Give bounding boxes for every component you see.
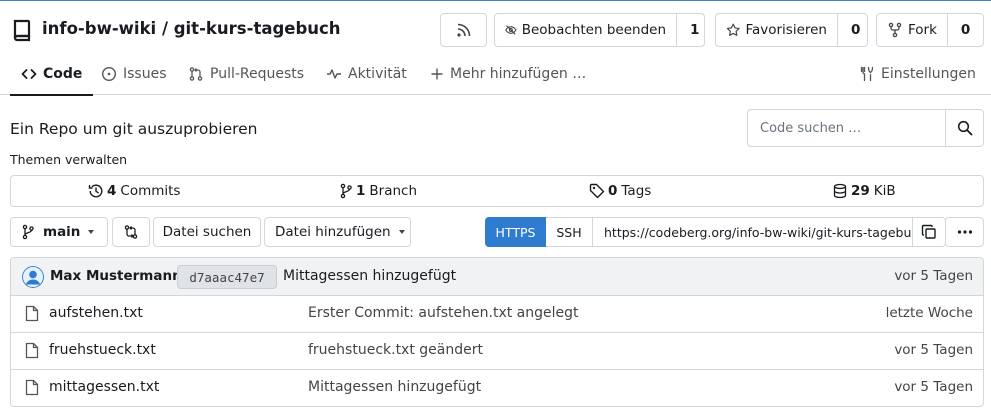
branch-name: main <box>43 224 81 240</box>
repo-stats-bar: 4 Commits 1 Branch 0 Tags 29 KiB <box>10 175 984 207</box>
tab-label: Einstellungen <box>881 66 976 82</box>
tab-label: Aktivität <box>348 66 407 82</box>
commit-author[interactable]: Max Mustermann <box>50 268 182 284</box>
size-unit: KiB <box>873 183 896 199</box>
eye-slash-icon <box>505 25 517 35</box>
rss-icon <box>456 23 470 37</box>
rss-button[interactable] <box>440 13 487 47</box>
search-icon <box>957 120 972 136</box>
clone-ssh-button[interactable]: SSH <box>546 217 592 247</box>
fork-icon <box>888 22 902 38</box>
code-search <box>747 109 984 147</box>
tab-pull-requests[interactable]: Pull-Requests <box>188 53 304 95</box>
commits-stat[interactable]: 4 Commits <box>88 176 180 206</box>
plus-icon <box>431 68 443 80</box>
file-commit-message[interactable]: Erster Commit: aufstehen.txt angelegt <box>308 305 579 321</box>
copy-icon <box>921 224 936 239</box>
compare-icon <box>124 225 138 239</box>
clone-panel: HTTPS SSH https://codeberg.org/info-bw-w… <box>485 217 984 247</box>
watch-button[interactable]: Beobachten beenden 1 <box>494 13 705 47</box>
watch-label: Beobachten beenden <box>521 22 666 38</box>
file-icon <box>25 305 39 322</box>
pulse-icon <box>327 69 341 79</box>
branches-stat[interactable]: 1 Branch <box>339 176 417 206</box>
file-commit-message[interactable]: Mittagessen hinzugefügt <box>308 379 481 395</box>
commits-count: 4 <box>107 183 117 199</box>
commits-label: Commits <box>120 183 181 199</box>
tab-activity[interactable]: Aktivität <box>326 53 407 95</box>
tab-label: Pull-Requests <box>210 66 305 82</box>
file-name[interactable]: mittagessen.txt <box>49 379 159 395</box>
branch-selector[interactable]: main <box>10 217 108 247</box>
history-icon <box>88 184 103 198</box>
file-table: Max Mustermann d7aaac47e7 Mittagessen hi… <box>10 257 984 407</box>
size-stat: 29 KiB <box>832 176 896 206</box>
code-icon <box>21 69 37 79</box>
tab-code[interactable]: Code <box>10 53 94 96</box>
tags-label: Tags <box>621 183 652 199</box>
compare-button[interactable] <box>112 217 150 247</box>
copy-url-button[interactable] <box>913 217 946 247</box>
repo-description: Ein Repo um git auszuprobieren <box>10 120 258 138</box>
tab-issues[interactable]: Issues <box>101 53 167 95</box>
file-commit-time: letzte Woche <box>885 305 973 321</box>
branches-count: 1 <box>356 183 366 199</box>
commit-sha[interactable]: d7aaac47e7 <box>177 265 277 289</box>
branch-icon <box>22 224 34 240</box>
file-row: fruehstueck.txt fruehstueck.txt geändert… <box>11 333 983 370</box>
branches-label: Branch <box>369 183 418 199</box>
avatar[interactable] <box>22 266 44 288</box>
star-count[interactable]: 0 <box>837 14 873 46</box>
file-icon <box>25 379 39 396</box>
fork-label: Fork <box>908 22 937 38</box>
chevron-down-icon <box>88 230 95 234</box>
star-label: Favorisieren <box>745 22 827 38</box>
add-file-dropdown[interactable]: Datei hinzufügen <box>264 217 411 247</box>
watch-count[interactable]: 1 <box>676 14 712 46</box>
star-icon <box>726 23 740 36</box>
fork-button[interactable]: Fork 0 <box>876 13 984 47</box>
tab-label: Code <box>43 66 83 82</box>
file-icon <box>25 342 39 359</box>
commit-message[interactable]: Mittagessen hinzugefügt <box>283 268 456 284</box>
clone-url-field[interactable]: https://codeberg.org/info-bw-wiki/git-ku… <box>592 217 913 247</box>
code-search-input[interactable] <box>748 110 946 146</box>
file-commit-time: vor 5 Tagen <box>894 342 973 358</box>
file-row: aufstehen.txt Erster Commit: aufstehen.t… <box>11 296 983 333</box>
file-name[interactable]: fruehstueck.txt <box>49 342 156 358</box>
more-options-button[interactable] <box>945 217 984 247</box>
manage-topics-link[interactable]: Themen verwalten <box>10 152 127 167</box>
clone-https-button[interactable]: HTTPS <box>485 217 546 247</box>
size-value: 29 <box>851 183 870 199</box>
fork-count[interactable]: 0 <box>946 14 983 46</box>
repo-header: info-bw-wiki / git-kurs-tagebuch Beobach… <box>0 1 991 96</box>
tab-label: Issues <box>123 66 167 82</box>
file-commit-message[interactable]: fruehstueck.txt geändert <box>308 342 483 358</box>
tag-icon <box>589 183 605 199</box>
tools-icon <box>860 66 874 82</box>
database-icon <box>833 183 847 199</box>
repo-title[interactable]: info-bw-wiki / git-kurs-tagebuch <box>42 19 341 38</box>
branch-icon <box>340 183 352 199</box>
find-file-button[interactable]: Datei suchen <box>153 217 261 247</box>
star-button[interactable]: Favorisieren 0 <box>715 13 868 47</box>
tags-count: 0 <box>608 183 618 199</box>
repo-icon <box>13 19 31 42</box>
code-search-button[interactable] <box>945 110 983 146</box>
pull-request-icon <box>189 67 203 81</box>
latest-commit-row: Max Mustermann d7aaac47e7 Mittagessen hi… <box>11 258 983 296</box>
file-commit-time: vor 5 Tagen <box>894 379 973 395</box>
tab-add-more[interactable]: Mehr hinzufügen … <box>430 53 586 95</box>
file-name[interactable]: aufstehen.txt <box>49 305 143 321</box>
commit-time: vor 5 Tagen <box>894 268 973 284</box>
kebab-horizontal-icon <box>957 230 972 234</box>
tab-label: Mehr hinzufügen … <box>450 66 587 82</box>
file-row: mittagessen.txt Mittagessen hinzugefügt … <box>11 370 983 406</box>
issue-icon <box>101 66 117 82</box>
chevron-down-icon <box>398 230 405 234</box>
tags-stat[interactable]: 0 Tags <box>589 176 651 206</box>
tab-settings[interactable]: Einstellungen <box>859 53 976 95</box>
add-file-label: Datei hinzufügen <box>275 224 391 240</box>
repo-tabs: Code Issues Pull-Requests Aktivität Mehr… <box>0 53 991 96</box>
